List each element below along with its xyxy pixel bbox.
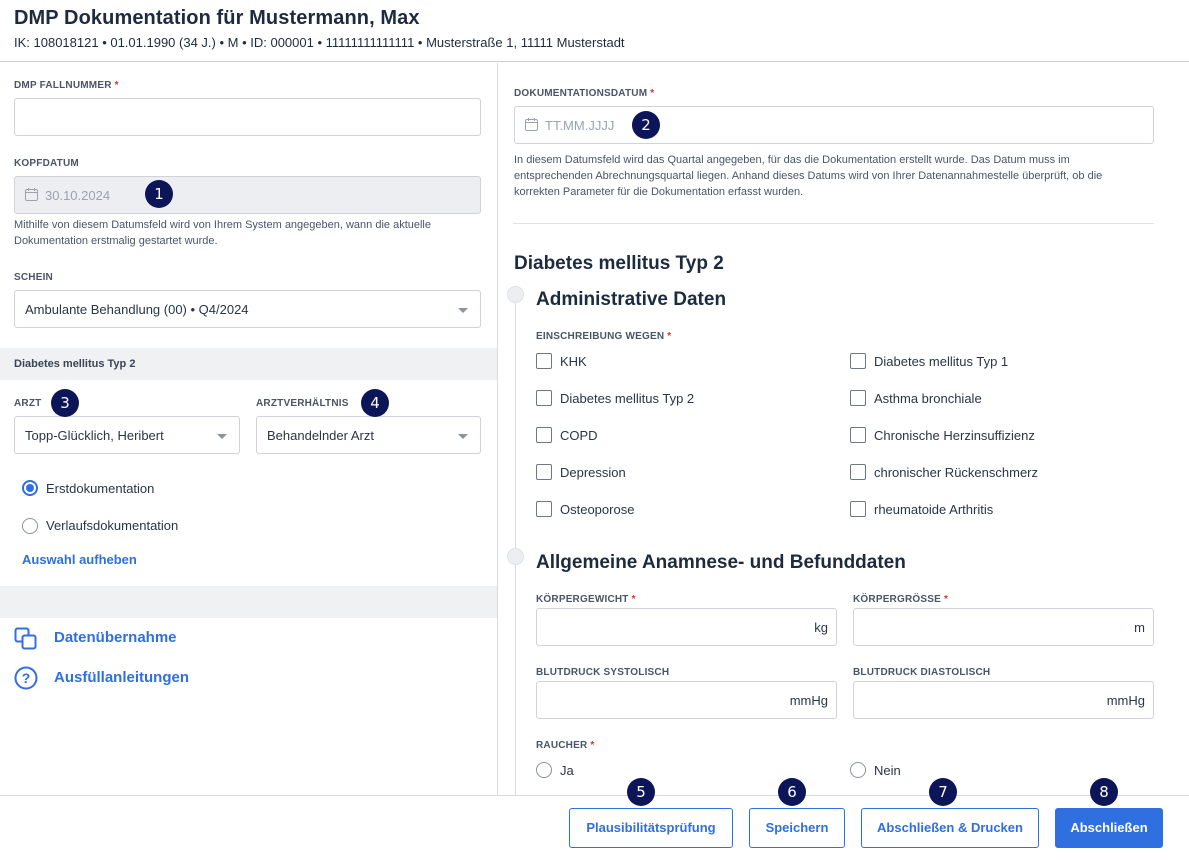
unit-kg: kg [814, 620, 828, 635]
radio-raucher-nein[interactable] [850, 762, 866, 778]
kopfdatum-label: KOPFDATUM [14, 158, 79, 169]
timeline-line [515, 299, 516, 795]
arzt-select[interactable]: Topp-Glücklich, Heribert [14, 416, 240, 454]
checkbox-depression[interactable] [536, 464, 552, 480]
admin-section-title: Administrative Daten [536, 289, 727, 310]
annotation-badge: 5 [627, 778, 655, 806]
checkbox-label: Chronische Herzinsuffizienz [874, 428, 1035, 443]
calendar-icon [25, 188, 38, 201]
annotation-badge: 6 [778, 778, 806, 806]
disease-title: Diabetes mellitus Typ 2 [514, 253, 724, 274]
groesse-input[interactable]: m [853, 608, 1154, 646]
right-panel: DOKUMENTATIONSDATUM * TT.MM.JJJJ In diese… [499, 63, 1189, 795]
dokdatum-label: DOKUMENTATIONSDATUM * [514, 88, 655, 99]
systolisch-input[interactable]: mmHg [536, 681, 837, 719]
checkbox-label: rheumatoide Arthritis [874, 502, 994, 517]
radio-raucher-ja[interactable] [536, 762, 552, 778]
checkbox-khk[interactable] [536, 353, 552, 369]
annotation-badge: 2 [632, 111, 660, 139]
schein-select[interactable]: Ambulante Behandlung (00) • Q4/2024 [14, 290, 481, 328]
checkbox-osteoporose[interactable] [536, 501, 552, 517]
anamnese-section-title: Allgemeine Anamnese- und Befunddaten [536, 552, 906, 573]
fallnummer-label: DMP FALLNUMMER * [14, 80, 119, 91]
arztverhaeltnis-label: ARZTVERHÄLTNIS [256, 398, 349, 409]
unit-mmhg: mmHg [789, 693, 828, 708]
save-button[interactable]: Speichern [749, 808, 845, 848]
annotation-badge: 4 [361, 389, 389, 417]
footer-bar: Plausibilitätsprüfung Speichern Abschlie… [0, 795, 1189, 861]
radio-erstdokumentation[interactable] [22, 480, 38, 496]
checkbox-label: Osteoporose [560, 502, 635, 517]
arztverhaeltnis-select[interactable]: Behandelnder Arzt [256, 416, 481, 454]
checkbox-arthritis[interactable] [850, 501, 866, 517]
checkbox-label: chronischer Rückenschmerz [874, 465, 1039, 480]
checkbox-herzinsuffizienz[interactable] [850, 427, 866, 443]
checkbox-asthma[interactable] [850, 390, 866, 406]
section-band: Diabetes mellitus Typ 2 [0, 348, 497, 380]
timeline-dot [507, 548, 524, 565]
dokdatum-placeholder: TT.MM.JJJJ [545, 118, 615, 133]
copy-icon [14, 627, 37, 650]
timeline-dot [507, 286, 524, 303]
unit-m: m [1134, 620, 1145, 635]
help-icon: ? [14, 666, 38, 690]
dokdatum-help: In diesem Datumsfeld wird das Quartal an… [514, 154, 1103, 198]
finish-print-button[interactable]: Abschließen & Drucken [861, 808, 1039, 848]
checkbox-label: Diabetes mellitus Typ 1 [874, 354, 1009, 369]
section-title: Diabetes mellitus Typ 2 [14, 358, 136, 370]
dokdatum-input[interactable]: TT.MM.JJJJ [514, 106, 1154, 144]
checkbox-label: COPD [560, 428, 598, 443]
schein-label: SCHEIN [14, 272, 53, 283]
ausfuellanleitungen-link[interactable]: Ausfüllanleitungen [54, 669, 189, 686]
checkbox-diabetes-typ-1[interactable] [850, 353, 866, 369]
annotation-badge: 1 [145, 180, 173, 208]
groesse-label: KÖRPERGRÖSSE * [853, 594, 949, 605]
diastolisch-label: BLUTDRUCK DIASTOLISCH [853, 667, 991, 678]
calendar-icon [525, 118, 538, 131]
checkbox-label: Asthma bronchiale [874, 391, 982, 406]
radio-verlaufsdokumentation[interactable] [22, 518, 38, 534]
finish-button[interactable]: Abschließen [1055, 808, 1163, 848]
raucher-label: RAUCHER * [536, 740, 595, 751]
unit-mmhg: mmHg [1106, 693, 1145, 708]
radio-verlauf-label: Verlaufsdokumentation [46, 518, 179, 533]
systolisch-label: BLUTDRUCK SYSTOLISCH [536, 667, 670, 678]
raucher-nein-label: Nein [874, 763, 901, 778]
page-title: DMP Dokumentation für Mustermann, Max [14, 7, 420, 29]
checkbox-rueckenschmerz[interactable] [850, 464, 866, 480]
divider [513, 223, 1154, 224]
checkbox-label: Depression [560, 465, 626, 480]
kopfdatum-value: 30.10.2024 [45, 188, 111, 203]
radio-erst-label: Erstdokumentation [46, 481, 155, 496]
section-band-empty [0, 586, 497, 618]
diastolisch-input[interactable]: mmHg [853, 681, 1154, 719]
kopfdatum-help: Mithilfe von diesem Datumsfeld wird von … [14, 219, 431, 247]
gewicht-input[interactable]: kg [536, 608, 837, 646]
fallnummer-input[interactable] [14, 98, 481, 136]
chevron-down-icon [458, 308, 468, 313]
checkbox-diabetes-typ-2[interactable] [536, 390, 552, 406]
svg-text:?: ? [22, 670, 31, 686]
kopfdatum-input: 30.10.2024 [14, 176, 481, 214]
left-panel: DMP FALLNUMMER * KOPFDATUM 30.10.2024 Mit… [0, 63, 498, 795]
plausibilitaetspruefung-button[interactable]: Plausibilitätsprüfung [569, 808, 733, 848]
raucher-ja-label: Ja [560, 763, 574, 778]
gewicht-label: KÖRPERGEWICHT * [536, 594, 636, 605]
annotation-badge: 7 [929, 778, 957, 806]
checkbox-label: Diabetes mellitus Typ 2 [560, 391, 695, 406]
arzt-label: ARZT [14, 398, 42, 409]
einschreibung-label: EINSCHREIBUNG WEGEN * [536, 331, 672, 342]
annotation-badge: 8 [1090, 778, 1118, 806]
clear-selection-link[interactable]: Auswahl aufheben [22, 552, 137, 567]
page-header: DMP Dokumentation für Mustermann, Max IK… [0, 0, 1189, 62]
checkbox-label: KHK [560, 354, 587, 369]
chevron-down-icon [217, 434, 227, 439]
patient-info: IK: 108018121 • 01.01.1990 (34 J.) • M •… [14, 35, 625, 50]
chevron-down-icon [458, 434, 468, 439]
annotation-badge: 3 [51, 389, 79, 417]
datenuebernahme-link[interactable]: Datenübernahme [54, 629, 177, 646]
checkbox-copd[interactable] [536, 427, 552, 443]
